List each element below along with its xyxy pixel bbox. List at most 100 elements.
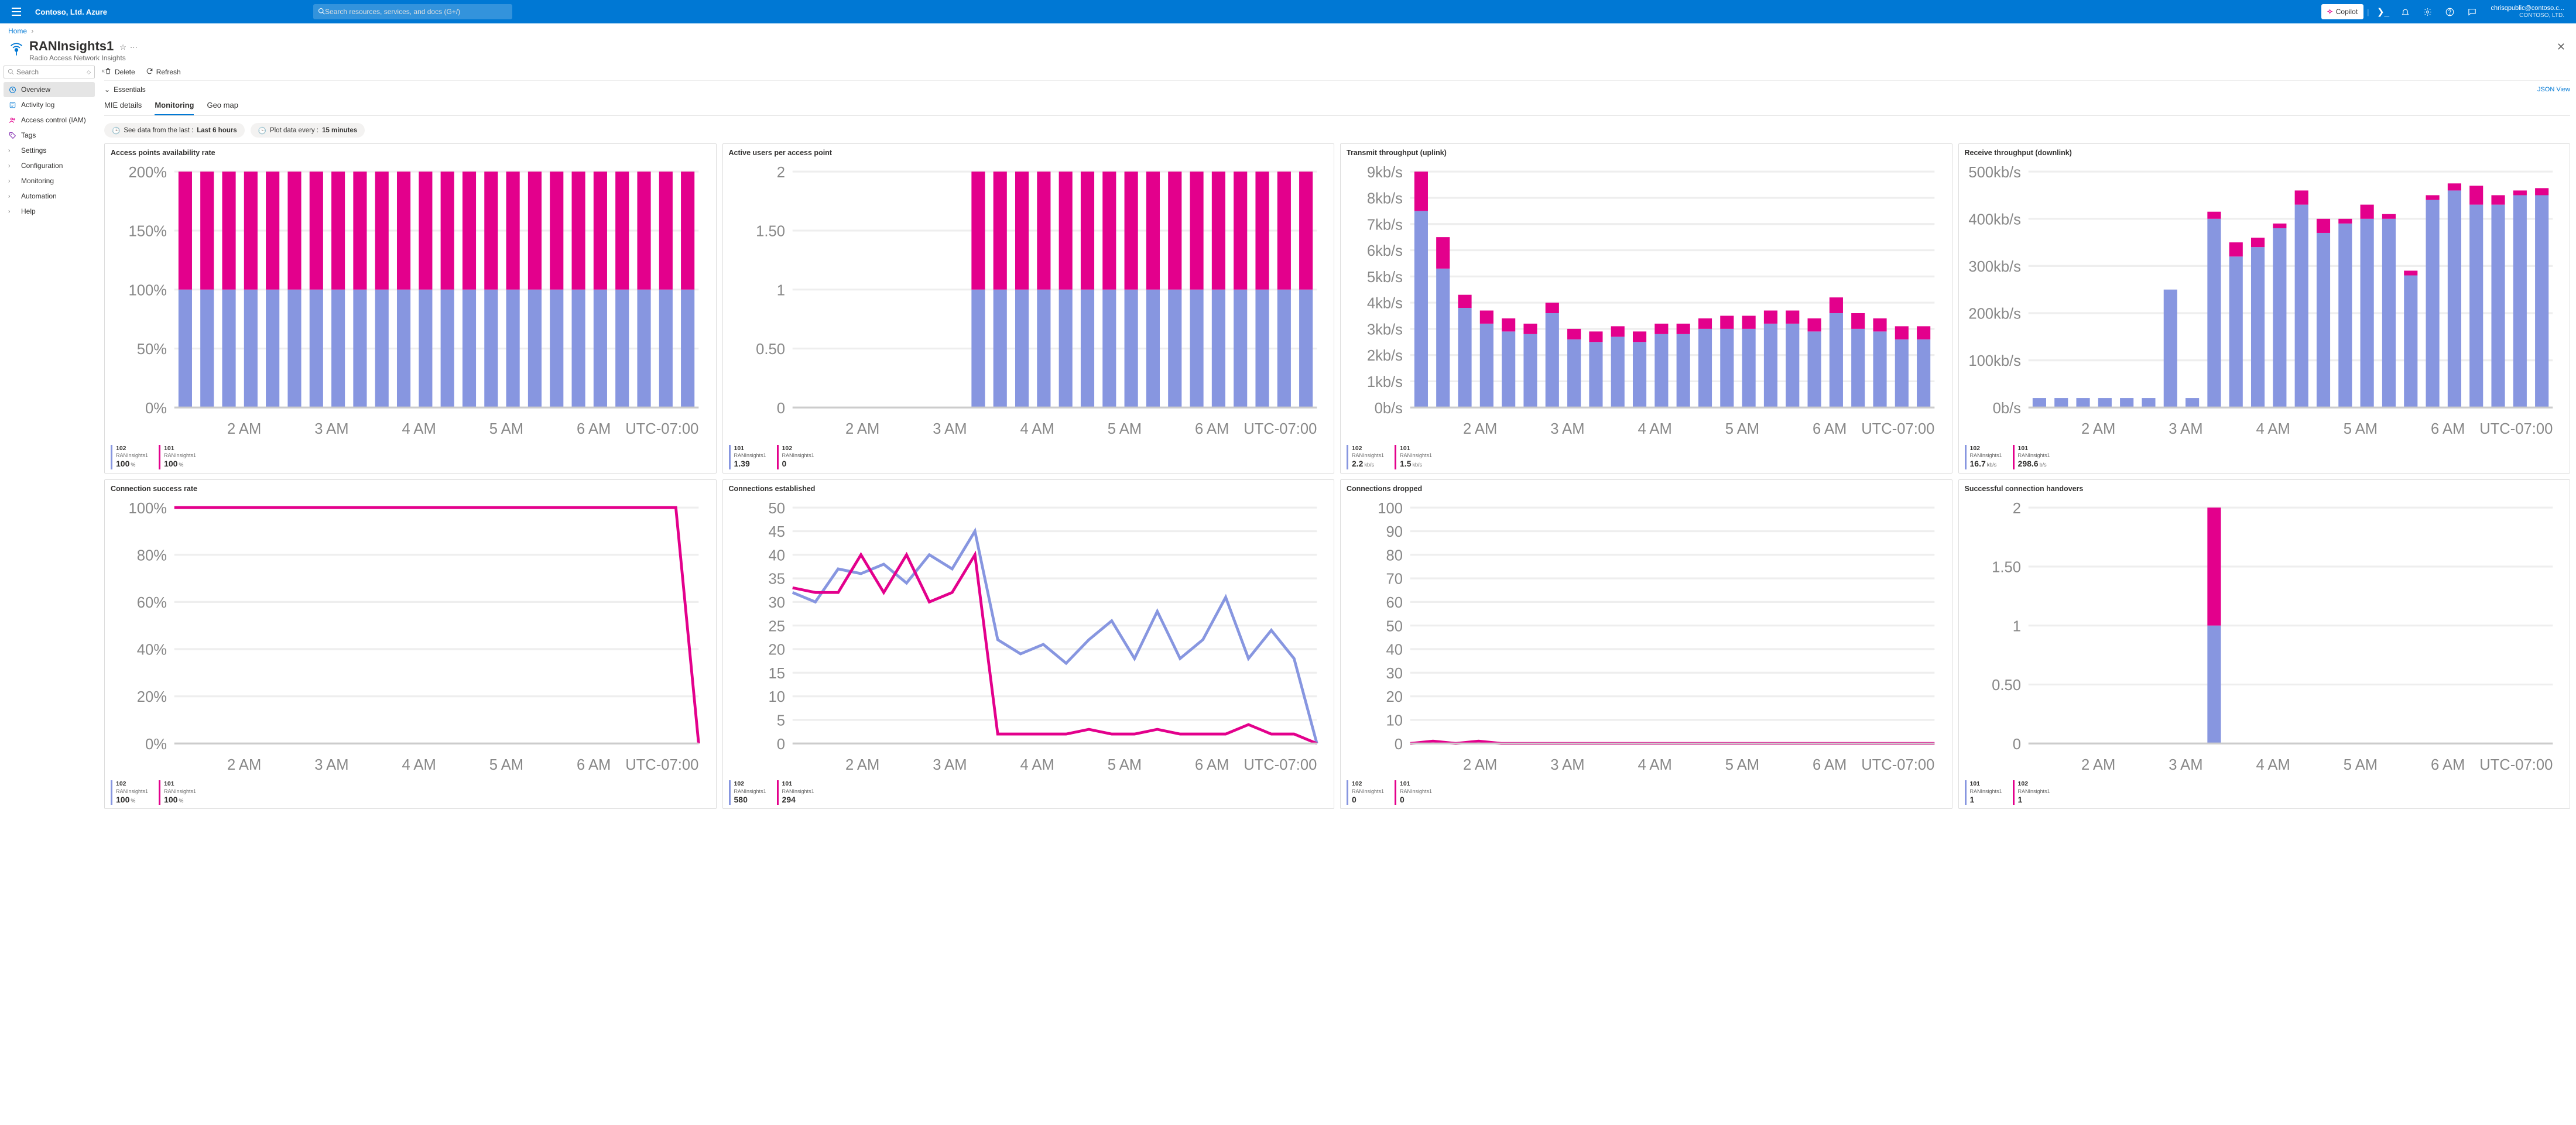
feedback-icon[interactable] — [2461, 0, 2482, 23]
sidebar-item-automation[interactable]: ›Automation — [4, 188, 95, 204]
metric-card[interactable]: Successful connection handovers00.5011.5… — [1958, 479, 2571, 810]
legend-item[interactable]: 101RANInsights1100% — [159, 780, 196, 805]
metric-card[interactable]: Receive throughput (downlink)0b/s100kb/s… — [1958, 143, 2571, 474]
chart-legend: 102RANInsights116.7kb/s 101RANInsights129… — [1965, 445, 2564, 469]
sidebar-item-label: Tags — [21, 131, 36, 139]
metric-card-title: Receive throughput (downlink) — [1965, 149, 2564, 157]
legend-item[interactable]: 102RANInsights10 — [1347, 780, 1384, 805]
metric-card-title: Access points availability rate — [111, 149, 710, 157]
legend-item[interactable]: 101RANInsights11.39 — [729, 445, 766, 469]
legend-series-sub: RANInsights1 — [1400, 452, 1432, 459]
legend-item[interactable]: 101RANInsights11.5kb/s — [1395, 445, 1432, 469]
svg-text:1: 1 — [2012, 618, 2020, 634]
copilot-button[interactable]: ✧ Copilot — [2321, 4, 2363, 19]
clock-icon: 🕒 — [112, 126, 120, 135]
svg-text:UTC-07:00: UTC-07:00 — [625, 421, 698, 437]
svg-text:2 AM: 2 AM — [1463, 421, 1497, 437]
legend-series-value: 1 — [2018, 795, 2023, 804]
resource-subtitle: Radio Access Network Insights — [29, 54, 138, 62]
account-directory: CONTOSO, LTD. — [2491, 12, 2564, 19]
chart-area: 00.5011.5022 AM3 AM4 AM5 AM6 AMUTC-07:00 — [729, 160, 1328, 441]
svg-text:0b/s: 0b/s — [1992, 400, 2020, 417]
svg-text:3 AM: 3 AM — [2169, 421, 2202, 437]
chevron-right-icon: › — [8, 178, 16, 184]
time-range-pill[interactable]: 🕒 See data from the last : Last 6 hours — [104, 123, 245, 138]
svg-text:4 AM: 4 AM — [402, 757, 436, 773]
legend-series-name: 102 — [1352, 780, 1384, 788]
legend-item[interactable]: 102RANInsights1100% — [111, 445, 148, 469]
svg-text:3 AM: 3 AM — [314, 421, 348, 437]
svg-text:40: 40 — [1386, 642, 1403, 658]
chart-area: 051015202530354045502 AM3 AM4 AM5 AM6 AM… — [729, 496, 1328, 777]
metric-card[interactable]: Connections dropped010203040506070809010… — [1340, 479, 1952, 810]
metric-card[interactable]: Access points availability rate0%50%100%… — [104, 143, 717, 474]
legend-series-unit: % — [131, 798, 135, 804]
svg-text:200kb/s: 200kb/s — [1968, 306, 2021, 323]
chart-legend: 102RANInsights10 101RANInsights10 — [1347, 780, 1946, 805]
svg-text:0.50: 0.50 — [1992, 677, 2021, 694]
json-view-link[interactable]: JSON View — [2537, 86, 2570, 93]
cloud-shell-icon[interactable]: ❯_ — [2372, 0, 2393, 23]
legend-series-name: 101 — [2018, 445, 2050, 452]
hamburger-menu[interactable] — [5, 0, 28, 23]
legend-item[interactable]: 102RANInsights1100% — [111, 780, 148, 805]
sidebar-search-input[interactable] — [16, 68, 84, 76]
account-menu[interactable]: chrisqpublic@contoso.c... CONTOSO, LTD. — [2483, 5, 2571, 19]
sidebar-search[interactable]: ◇ « — [4, 66, 95, 78]
help-icon[interactable] — [2439, 0, 2460, 23]
legend-series-name: 101 — [164, 445, 196, 452]
svg-text:4 AM: 4 AM — [1020, 421, 1054, 437]
metric-card[interactable]: Connections established05101520253035404… — [722, 479, 1335, 810]
sidebar-item-configuration[interactable]: ›Configuration — [4, 158, 95, 173]
granularity-pill[interactable]: 🕒 Plot data every : 15 minutes — [251, 123, 365, 138]
legend-item[interactable]: 102RANInsights11 — [2013, 780, 2050, 805]
sidebar-item-tags[interactable]: Tags — [4, 128, 95, 143]
copilot-label: Copilot — [2336, 8, 2358, 16]
essentials-toggle[interactable]: ⌄ Essentials JSON View — [104, 83, 2570, 97]
legend-series-sub: RANInsights1 — [734, 788, 766, 795]
tab-mie-details[interactable]: MIE details — [104, 97, 142, 115]
chart-legend: 102RANInsights12.2kb/s 101RANInsights11.5… — [1347, 445, 1946, 469]
legend-item[interactable]: 102RANInsights12.2kb/s — [1347, 445, 1384, 469]
legend-series-value: 0 — [1352, 795, 1356, 804]
legend-item[interactable]: 102RANInsights1580 — [729, 780, 766, 805]
metric-card[interactable]: Connection success rate0%20%40%60%80%100… — [104, 479, 717, 810]
close-blade-icon[interactable]: ✕ — [2554, 39, 2568, 56]
sidebar-collapse-icon[interactable]: « — [101, 68, 105, 74]
breadcrumb-home[interactable]: Home — [8, 27, 27, 35]
legend-item[interactable]: 101RANInsights11 — [1965, 780, 2002, 805]
legend-series-unit: b/s — [2040, 462, 2047, 468]
svg-text:400kb/s: 400kb/s — [1968, 211, 2021, 228]
more-actions-icon[interactable]: ⋯ — [130, 43, 138, 52]
legend-item[interactable]: 101RANInsights1294 — [777, 780, 814, 805]
refresh-button[interactable]: Refresh — [146, 67, 181, 77]
sidebar-item-overview[interactable]: Overview — [4, 82, 95, 97]
metric-card-title: Successful connection handovers — [1965, 485, 2564, 493]
portal-brand[interactable]: Contoso, Ltd. Azure — [28, 8, 114, 16]
global-search[interactable] — [313, 4, 512, 19]
sidebar-item-settings[interactable]: ›Settings — [4, 143, 95, 158]
metric-card[interactable]: Transmit throughput (uplink)0b/s1kb/s2kb… — [1340, 143, 1952, 474]
notifications-icon[interactable] — [2395, 0, 2416, 23]
svg-text:2: 2 — [2012, 500, 2020, 516]
sidebar-item-monitoring[interactable]: ›Monitoring — [4, 173, 95, 188]
svg-text:3 AM: 3 AM — [314, 757, 348, 773]
sidebar-item-help[interactable]: ›Help — [4, 204, 95, 219]
legend-item[interactable]: 101RANInsights1100% — [159, 445, 196, 469]
sidebar-item-activity-log[interactable]: Activity log — [4, 97, 95, 112]
legend-series-value: 1.5 — [1400, 459, 1411, 468]
metric-card[interactable]: Active users per access point00.5011.502… — [722, 143, 1335, 474]
tab-monitoring[interactable]: Monitoring — [155, 97, 194, 115]
settings-icon[interactable] — [2417, 0, 2438, 23]
svg-text:UTC-07:00: UTC-07:00 — [1861, 757, 1934, 773]
delete-button[interactable]: Delete — [104, 67, 135, 77]
legend-item[interactable]: 101RANInsights1298.6b/s — [2013, 445, 2050, 469]
sidebar-search-expand-icon[interactable]: ◇ — [87, 69, 91, 76]
legend-item[interactable]: 102RANInsights116.7kb/s — [1965, 445, 2002, 469]
global-search-input[interactable] — [325, 8, 508, 16]
sidebar-item-access-control-iam-[interactable]: Access control (IAM) — [4, 112, 95, 128]
tab-geo-map[interactable]: Geo map — [207, 97, 238, 115]
favorite-star-icon[interactable]: ☆ — [119, 43, 126, 52]
legend-item[interactable]: 101RANInsights10 — [1395, 780, 1432, 805]
legend-item[interactable]: 102RANInsights10 — [777, 445, 814, 469]
